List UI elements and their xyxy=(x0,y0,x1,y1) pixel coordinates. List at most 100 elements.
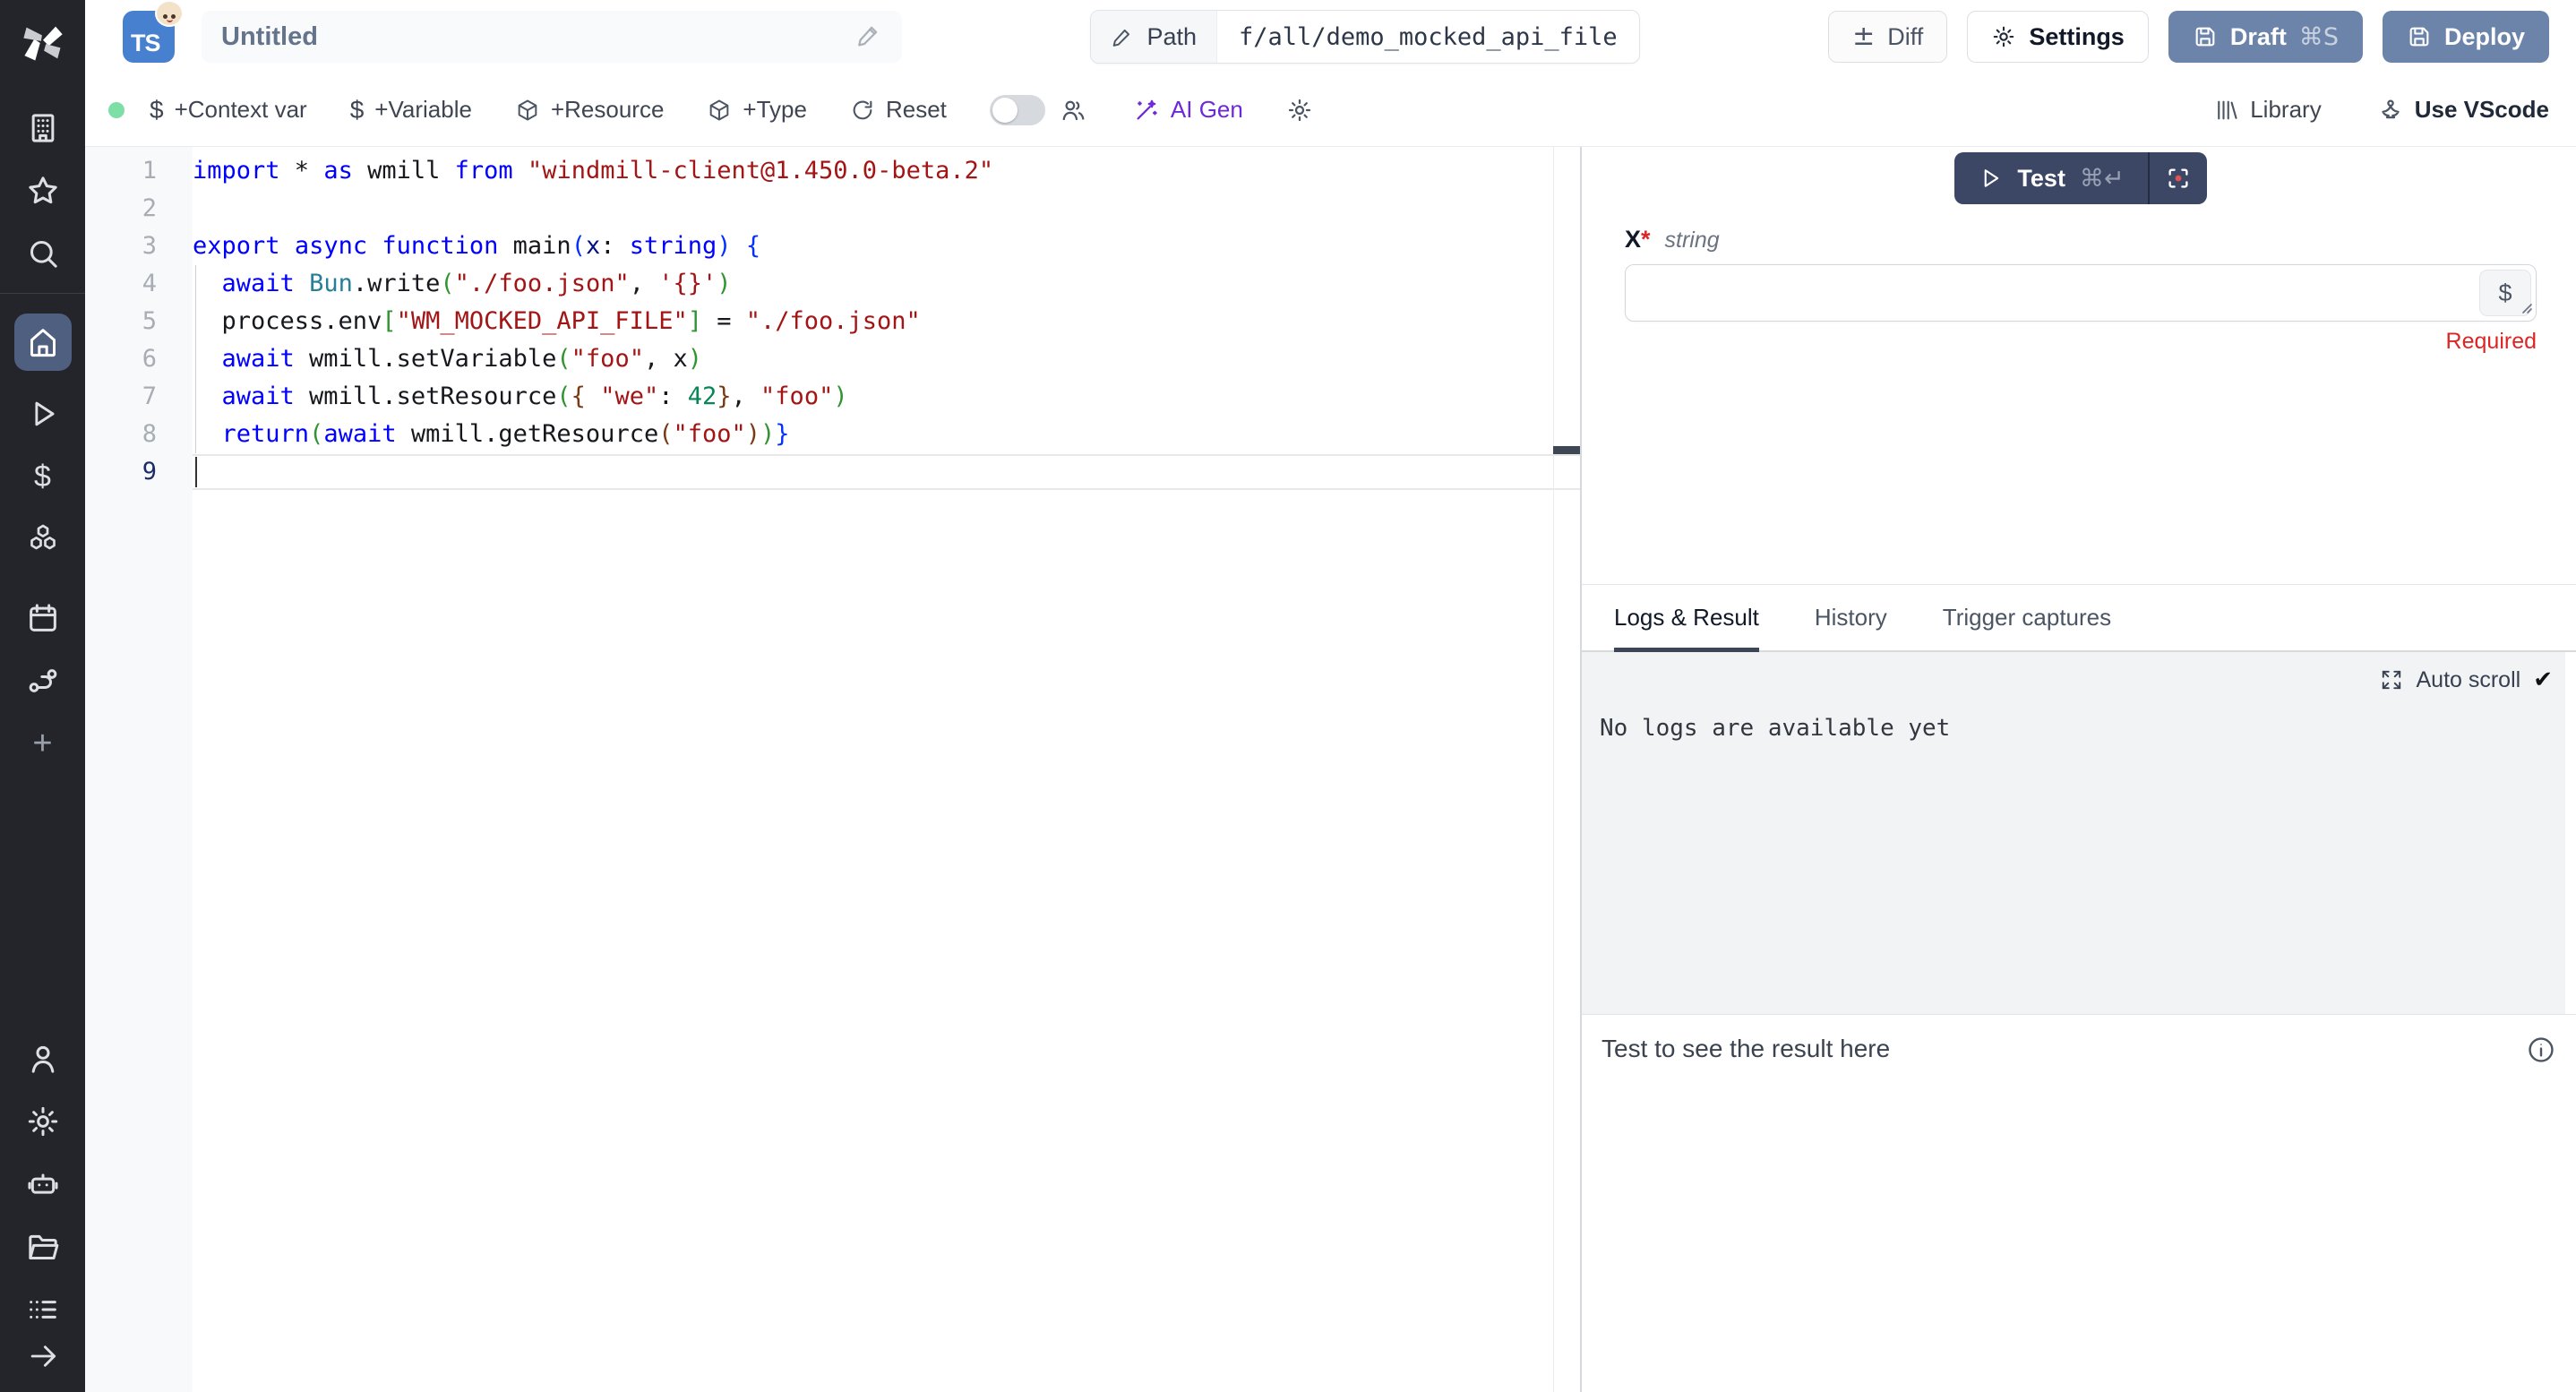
add-plus-icon[interactable]: + xyxy=(23,724,63,763)
favorites-star-icon[interactable] xyxy=(23,171,63,211)
code-line-content[interactable]: process.env["WM_MOCKED_API_FILE"] = "./f… xyxy=(193,303,1580,340)
test-shortcut: ⌘↵ xyxy=(2080,165,2125,193)
reset-button[interactable]: Reset xyxy=(850,96,947,124)
multiplayer-users-icon xyxy=(1060,97,1086,124)
sidebar-item-schedules-calendar-icon[interactable] xyxy=(23,598,63,638)
code-line-content[interactable]: await wmill.setVariable("foo", x) xyxy=(193,340,1580,378)
edit-title-pencil-icon[interactable] xyxy=(855,21,882,53)
audit-logs-list-icon[interactable] xyxy=(23,1290,63,1329)
library-button[interactable]: Library xyxy=(2214,96,2321,124)
diff-button[interactable]: ± Diff xyxy=(1828,11,1947,63)
capture-run-button[interactable] xyxy=(2150,152,2207,204)
add-type-button[interactable]: +Type xyxy=(707,96,807,124)
editor-settings-gear-icon[interactable] xyxy=(1286,97,1313,124)
code-line-content[interactable]: await Bun.write("./foo.json", '{}') xyxy=(193,265,1580,303)
rail-bottom-group xyxy=(23,1039,63,1392)
sidebar-item-flows-route-icon[interactable] xyxy=(23,661,63,700)
multiplayer-toggle[interactable] xyxy=(990,95,1045,125)
workspace-building-icon[interactable] xyxy=(23,108,63,148)
run-panel: Test ⌘↵ xyxy=(1582,147,2576,1392)
auto-scroll-control[interactable]: Auto scroll ✔ xyxy=(2380,666,2553,693)
code-line[interactable]: 1import * as wmill from "windmill-client… xyxy=(85,152,1580,190)
overview-ruler[interactable] xyxy=(1553,147,1580,1392)
script-title: Untitled xyxy=(221,22,318,52)
draft-button[interactable]: Draft ⌘S xyxy=(2168,11,2363,63)
test-button[interactable]: Test ⌘↵ xyxy=(1954,152,2147,204)
code-line[interactable]: 7 await wmill.setResource({ "we": 42}, "… xyxy=(85,378,1580,416)
code-line-content[interactable]: return(await wmill.getResource("foo"))} xyxy=(193,416,1580,453)
code-line[interactable]: 5 process.env["WM_MOCKED_API_FILE"] = ".… xyxy=(85,303,1580,340)
info-icon[interactable] xyxy=(2526,1035,2556,1070)
logs-panel: Auto scroll ✔ No logs are available yet xyxy=(1582,652,2565,1014)
draft-shortcut: ⌘S xyxy=(2299,23,2339,51)
args-section: Test ⌘↵ xyxy=(1582,147,2576,584)
logs-result-section: Logs & Result History Trigger captures A… xyxy=(1582,584,2576,1392)
logs-empty-message: No logs are available yet xyxy=(1600,715,2547,742)
code-line[interactable]: 9 xyxy=(85,453,1580,491)
resize-grip-icon[interactable] xyxy=(2518,299,2534,320)
arg-x-input[interactable] xyxy=(1625,264,2537,322)
code-line-content[interactable]: import * as wmill from "windmill-client@… xyxy=(193,152,1580,190)
package-box-icon xyxy=(707,98,732,123)
path-editor[interactable]: Path f/all/demo_mocked_api_file xyxy=(1090,10,1639,64)
collapse-arrow-right-icon[interactable] xyxy=(23,1336,63,1376)
required-message: Required xyxy=(1625,329,2537,355)
code-line[interactable]: 4 await Bun.write("./foo.json", '{}') xyxy=(85,265,1580,303)
settings-button[interactable]: Settings xyxy=(1967,11,2149,63)
dollar-icon: $ xyxy=(350,96,365,125)
arg-label-row: X* string xyxy=(1625,226,2537,253)
app-root: $ + xyxy=(0,0,2576,1392)
line-number: 4 xyxy=(85,265,193,303)
workers-robot-icon[interactable] xyxy=(23,1164,63,1204)
code-line[interactable]: 3export async function main(x: string) { xyxy=(85,228,1580,265)
line-number: 2 xyxy=(85,190,193,228)
save-icon xyxy=(2193,24,2218,49)
path-value: f/all/demo_mocked_api_file xyxy=(1217,11,1639,63)
required-star: * xyxy=(1641,226,1651,253)
arg-type: string xyxy=(1665,228,1720,253)
use-vscode-button[interactable]: Use VScode xyxy=(2377,96,2549,124)
sidebar-item-variables-dollar-icon[interactable]: $ xyxy=(23,457,63,496)
tab-bar: Logs & Result History Trigger captures xyxy=(1582,585,2576,652)
settings-gear-icon[interactable] xyxy=(23,1102,63,1141)
script-title-field[interactable]: Untitled xyxy=(202,11,902,63)
tab-trigger-captures[interactable]: Trigger captures xyxy=(1943,585,2111,650)
test-button-group: Test ⌘↵ xyxy=(1954,152,2206,204)
ai-gen-button[interactable]: AI Gen xyxy=(1133,96,1243,124)
play-icon xyxy=(1978,166,2003,191)
add-resource-button[interactable]: +Resource xyxy=(515,96,664,124)
deploy-button[interactable]: Deploy xyxy=(2383,11,2549,63)
code-line-content[interactable]: export async function main(x: string) { xyxy=(193,228,1580,265)
windmill-logo-icon[interactable] xyxy=(0,0,85,85)
code-line[interactable]: 6 await wmill.setVariable("foo", x) xyxy=(85,340,1580,378)
editor-toolbar: $ +Context var $ +Variable +Resource +Ty… xyxy=(85,73,2576,147)
expand-icon xyxy=(2380,668,2403,692)
add-context-var-button[interactable]: $ +Context var xyxy=(150,96,307,125)
code-editor-pane[interactable]: 1import * as wmill from "windmill-client… xyxy=(85,147,1582,1392)
add-variable-button[interactable]: $ +Variable xyxy=(350,96,472,125)
bun-runtime-icon xyxy=(155,0,184,27)
code-area[interactable]: 1import * as wmill from "windmill-client… xyxy=(85,147,1580,1392)
code-rows: 1import * as wmill from "windmill-client… xyxy=(85,152,1580,491)
sidebar-item-runs-play-icon[interactable] xyxy=(23,394,63,434)
auto-scroll-label: Auto scroll xyxy=(2416,667,2520,693)
folders-icon[interactable] xyxy=(23,1227,63,1267)
code-line[interactable]: 8 return(await wmill.getResource("foo"))… xyxy=(85,416,1580,453)
tab-logs-result[interactable]: Logs & Result xyxy=(1614,585,1759,650)
tab-history[interactable]: History xyxy=(1815,585,1887,650)
diff-icon: ± xyxy=(1852,23,1875,50)
line-number: 6 xyxy=(85,340,193,378)
magic-wand-icon xyxy=(1133,97,1160,124)
line-number: 5 xyxy=(85,303,193,340)
user-account-icon[interactable] xyxy=(23,1039,63,1078)
code-line-content[interactable] xyxy=(193,453,1580,491)
code-line-content[interactable] xyxy=(193,190,1580,228)
code-line-content[interactable]: await wmill.setResource({ "we": 42}, "fo… xyxy=(193,378,1580,416)
sidebar-item-home[interactable] xyxy=(14,314,72,371)
code-line[interactable]: 2 xyxy=(85,190,1580,228)
ts-label: TS xyxy=(131,30,160,57)
arg-input-wrap: $ xyxy=(1625,264,2537,322)
search-icon[interactable] xyxy=(23,234,63,273)
sidebar-item-resources-cubes-icon[interactable] xyxy=(23,520,63,559)
path-label-segment[interactable]: Path xyxy=(1091,11,1217,63)
